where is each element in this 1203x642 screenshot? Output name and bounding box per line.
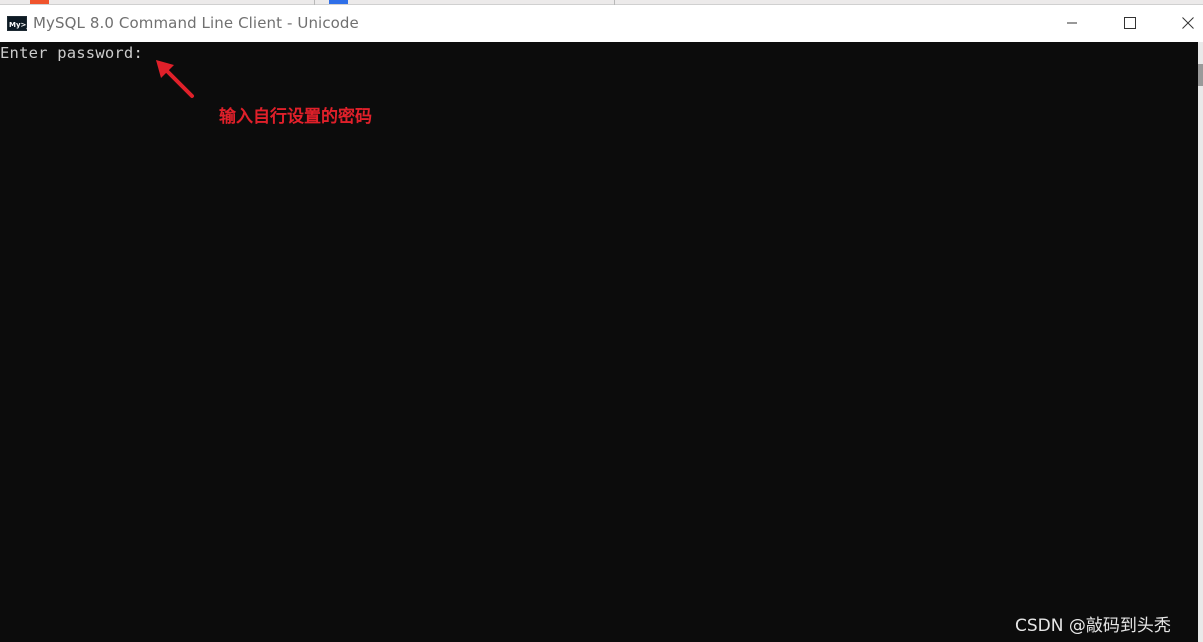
annotation-label: 输入自行设置的密码 — [219, 107, 372, 127]
background-tab-icon — [30, 0, 49, 4]
svg-text:My>_: My>_ — [9, 21, 27, 29]
minimize-button[interactable] — [1044, 5, 1100, 41]
scrollbar-thumb[interactable] — [1198, 64, 1203, 86]
maximize-icon — [1124, 14, 1136, 33]
csdn-watermark: CSDN @敲码到头秃 — [1015, 616, 1171, 636]
console-area[interactable]: Enter password: — [0, 42, 1198, 642]
background-tab-icon — [329, 0, 348, 4]
maximize-button[interactable] — [1102, 5, 1158, 41]
minimize-icon — [1066, 14, 1078, 33]
mysql-console-icon: My>_ — [7, 16, 30, 31]
close-button[interactable] — [1160, 5, 1203, 41]
red-arrow-icon — [150, 56, 198, 102]
window-title: MySQL 8.0 Command Line Client - Unicode — [33, 14, 359, 32]
vertical-scrollbar[interactable] — [1198, 42, 1203, 642]
window-title-bar[interactable]: My>_ MySQL 8.0 Command Line Client - Uni… — [0, 5, 1203, 42]
close-icon — [1182, 14, 1194, 33]
password-prompt: Enter password: — [0, 44, 143, 62]
